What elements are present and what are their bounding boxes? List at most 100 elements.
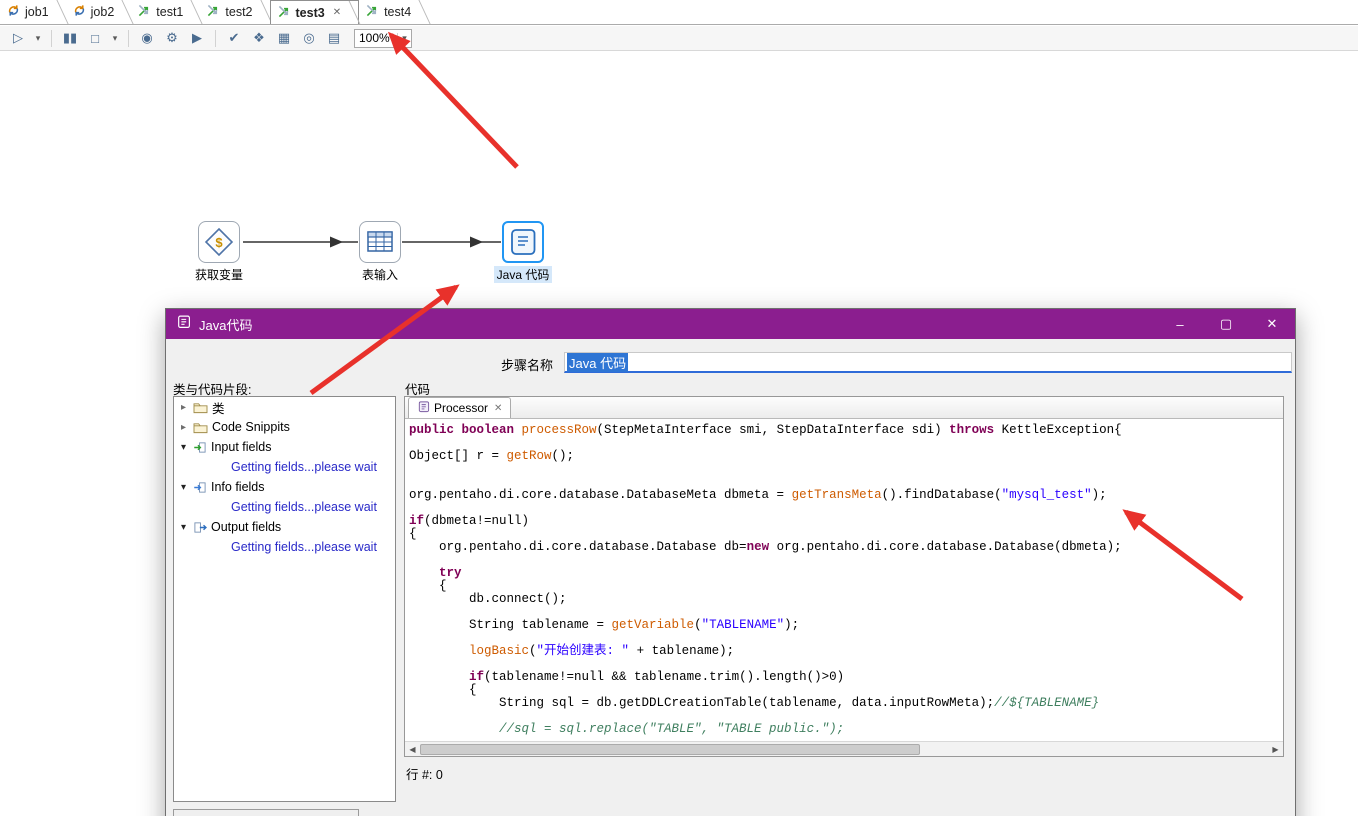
collapse-chevron-icon[interactable]: ▾ [178,482,189,493]
minimize-button[interactable]: – [1157,309,1203,339]
step-java-code[interactable]: Java 代码 [479,221,567,284]
horizontal-scrollbar[interactable]: ◀ ▶ [405,741,1283,756]
maximize-button[interactable]: ▢ [1203,309,1249,339]
folder-icon [193,421,208,434]
tree-item-label: Getting fields...please wait [231,460,377,474]
transformation-icon [278,5,291,21]
scrollbar-thumb[interactable] [420,743,920,755]
code-line: public boolean processRow(StepMetaInterf… [409,423,1122,437]
processor-tab-label: Processor [434,401,489,415]
code-line: if(dbmeta!=null) [409,514,530,528]
step-label: Java 代码 [493,266,553,283]
job-icon [73,4,86,20]
step-label: 获取变量 [194,268,243,282]
step-table-input[interactable]: 表输入 [336,221,424,284]
tree-item-info-fields[interactable]: ▾ Info fields [174,477,395,497]
verify-icon[interactable]: ✔ [224,28,244,48]
step-label: 表输入 [361,268,398,282]
code-panel: Processor ✕ public boolean processRow(St… [404,396,1284,757]
run-icon[interactable]: ▷ [8,28,28,48]
java-code-dialog: Java代码 – ▢ ✕ 步骤名称 Java 代码 类与代码片段: 代码 ▸ 类 ▸… [165,308,1296,816]
code-line: logBasic("开始创建表: " + tablename); [469,644,735,658]
snippets-tree[interactable]: ▸ 类 ▸ Code Snippits ▾ Input fields Getting fie… [173,396,396,802]
tree-item-label: Input fields [211,440,272,454]
code-line: org.pentaho.di.core.database.Database db… [409,540,1122,554]
transformation-icon [207,4,220,20]
step-name-value: Java 代码 [567,352,629,372]
svg-text:$: $ [215,235,223,250]
scroll-left-icon[interactable]: ◀ [405,745,420,754]
generate-sql-icon[interactable]: ▦ [274,28,294,48]
explore-db-icon[interactable]: ◎ [299,28,319,48]
code-tab-strip: Processor ✕ [405,397,1283,419]
expand-chevron-icon[interactable]: ▸ [178,402,189,413]
step-name-input[interactable]: Java 代码 [564,352,1292,373]
close-tab-icon[interactable]: ✕ [333,7,341,18]
output-fields-icon [193,521,207,534]
collapse-chevron-icon[interactable]: ▾ [178,522,189,533]
stop-icon[interactable]: □ [85,28,105,48]
tree-item-getting-fields-please-wait[interactable]: Getting fields...please wait [174,497,395,517]
code-line: Object[] r = getRow(); [409,449,575,463]
script-icon [417,400,430,416]
tab-test3[interactable]: test3 ✕ [269,0,360,24]
code-line: //sql = sql.replace("TABLE", "TABLE publ… [499,722,845,736]
code-line: String tablename = getVariable("TABLENAM… [409,618,800,632]
code-editor[interactable]: public boolean processRow(StepMetaInterf… [405,419,1283,741]
preview-icon[interactable]: ◉ [137,28,157,48]
show-results-icon[interactable]: ▤ [324,28,344,48]
code-line: if(tablename!=null && tablename.trim().l… [469,670,845,684]
tab-bar: job1 job2 test1 test2 test3 ✕ test4 [0,0,1358,25]
dialog-titlebar[interactable]: Java代码 – ▢ ✕ [166,309,1295,339]
tree-item-label: Getting fields...please wait [231,500,377,514]
get-variables-icon: $ [198,221,240,263]
step-name-label: 步骤名称 [500,358,553,373]
tree-item-label: Code Snippits [212,420,290,434]
transformation-icon [366,4,379,20]
tree-item-label: Output fields [211,520,282,534]
debug-icon[interactable]: ⚙ [162,28,182,48]
expand-chevron-icon[interactable]: ▸ [178,422,189,433]
pause-icon[interactable]: ▮▮ [60,28,80,48]
close-processor-tab-icon[interactable]: ✕ [494,403,502,414]
java-code-icon [502,221,544,263]
tree-item-input-fields[interactable]: ▾ Input fields [174,437,395,457]
tree-item-label: Getting fields...please wait [231,540,377,554]
chevron-down-icon[interactable]: ▾ [397,32,411,44]
code-line: try [439,566,462,580]
step-get-variables[interactable]: $ 获取变量 [175,221,263,284]
tree-item-node[interactable]: ▸ 类 [174,397,395,417]
stop-options-chevron-icon[interactable]: ▾ [110,28,120,48]
tree-item-code-snippits[interactable]: ▸ Code Snippits [174,417,395,437]
dialog-title: Java代码 [199,317,253,333]
job-icon [7,4,20,20]
scroll-right-icon[interactable]: ▶ [1268,745,1283,754]
tree-item-label: Info fields [211,480,265,494]
tree-item-label: 类 [212,401,225,416]
tab-test2[interactable]: test2 [200,0,269,24]
tree-item-getting-fields-please-wait[interactable]: Getting fields...please wait [174,457,395,477]
toolbar-icons: ▷ ▾ ▮▮ □ ▾ ◉ ⚙ ▶ ✔ ❖ ▦ ◎ ▤ [8,28,344,48]
code-line: String sql = db.getDDLCreationTable(tabl… [409,696,1100,710]
zoom-control[interactable]: 100% ▾ [354,28,412,48]
zoom-value: 100% [359,31,390,45]
collapse-chevron-icon[interactable]: ▾ [178,442,189,453]
tab-job1[interactable]: job1 [0,0,66,24]
close-button[interactable]: ✕ [1249,309,1295,339]
tab-job2[interactable]: job2 [66,0,132,24]
replay-icon[interactable]: ▶ [187,28,207,48]
tab-test1[interactable]: test1 [131,0,200,24]
tab-test4[interactable]: test4 [359,0,428,24]
processor-tab[interactable]: Processor ✕ [408,397,512,418]
tree-item-getting-fields-please-wait[interactable]: Getting fields...please wait [174,537,395,557]
tree-item-output-fields[interactable]: ▾ Output fields [174,517,395,537]
input-fields-icon [193,441,207,454]
run-options-chevron-icon[interactable]: ▾ [33,28,43,48]
info-fields-icon [193,481,207,494]
fields-table-partial [173,809,359,816]
impact-icon[interactable]: ❖ [249,28,269,48]
code-line: db.connect(); [409,592,567,606]
line-number-status: 行 #: 0 [406,768,443,782]
